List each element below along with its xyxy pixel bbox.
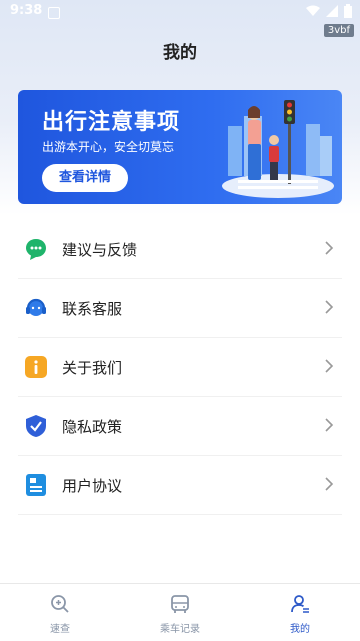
tab-label-ride-records: 乘车记录 (160, 624, 200, 635)
status-time: 9:38 (10, 3, 43, 18)
notification-icon (48, 7, 60, 19)
headset-icon (26, 298, 46, 316)
menu-label-privacy-policy: 隐私政策 (62, 418, 123, 436)
tab-label-quick-search: 速查 (50, 624, 70, 635)
chevron-right-icon (325, 418, 334, 432)
page-title: 我的 (163, 43, 197, 63)
tab-mine[interactable]: 我的 (240, 584, 360, 641)
chevron-right-icon (325, 300, 334, 314)
shield-check-icon (26, 415, 46, 437)
menu-item-feedback[interactable]: 建议与反馈 (18, 220, 342, 279)
tab-ride-records[interactable]: 乘车记录 (120, 584, 240, 641)
search-icon (51, 595, 69, 613)
menu-label-about-us: 关于我们 (62, 359, 123, 377)
pedestrian-illustration (222, 100, 334, 198)
chevron-right-icon (325, 241, 334, 255)
status-icons (306, 4, 352, 18)
chat-bubble-icon (26, 239, 46, 260)
user-icon (291, 595, 309, 613)
debug-tag: 3vbf (323, 24, 354, 37)
chevron-right-icon (325, 359, 334, 373)
menu-item-user-agreement[interactable]: 用户协议 (18, 456, 342, 515)
menu-label-feedback: 建议与反馈 (62, 241, 138, 259)
menu-item-contact-service[interactable]: 联系客服 (18, 279, 342, 338)
info-icon (25, 356, 47, 378)
banner-title: 出行注意事项 (42, 110, 181, 135)
menu-item-privacy-policy[interactable]: 隐私政策 (18, 397, 342, 456)
safety-banner[interactable]: 出行注意事项 出游本开心，安全切莫忘 查看详情 (18, 90, 342, 204)
menu-label-contact-service: 联系客服 (62, 300, 123, 318)
chevron-right-icon (325, 477, 334, 491)
menu-item-about-us[interactable]: 关于我们 (18, 338, 342, 397)
battery-icon (344, 4, 352, 18)
status-bar: 9:38 (0, 0, 360, 24)
banner-subtitle: 出游本开心，安全切莫忘 (42, 140, 175, 154)
bottom-tab-bar: 速查 乘车记录 我的 (0, 583, 360, 641)
menu-label-user-agreement: 用户协议 (62, 477, 123, 495)
bus-icon (171, 595, 189, 613)
settings-menu: 建议与反馈 联系客服 关于我们 隐私政策 用户协议 (0, 220, 360, 515)
tab-quick-search[interactable]: 速查 (0, 584, 120, 641)
document-icon (26, 474, 46, 496)
view-details-button[interactable]: 查看详情 (42, 164, 128, 192)
wifi-icon (306, 5, 320, 16)
signal-icon (326, 5, 338, 17)
tab-label-mine: 我的 (290, 624, 310, 635)
